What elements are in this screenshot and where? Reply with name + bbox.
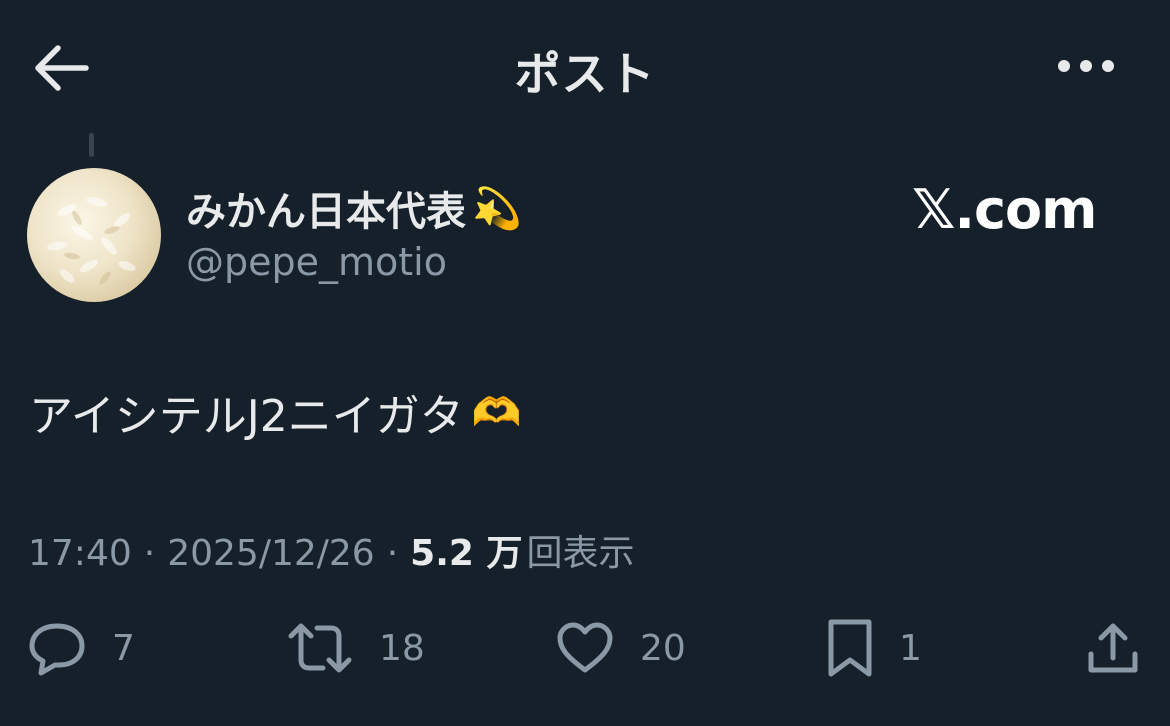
reply-count: 7 bbox=[112, 627, 135, 669]
bookmark-button[interactable]: 1 bbox=[827, 616, 922, 680]
reply-button[interactable]: 7 bbox=[28, 616, 135, 680]
meta-separator: · bbox=[386, 533, 399, 574]
like-button[interactable]: 20 bbox=[556, 616, 686, 680]
post-meta: 17:40 · 2025/12/26 · 5.2 万 回表示 bbox=[28, 524, 634, 576]
post-text-body: アイシテルJ2ニイガタ bbox=[29, 391, 464, 442]
post-date[interactable]: 2025/12/26 bbox=[167, 533, 375, 574]
heart-hands-emoji-icon: 🫶 bbox=[471, 389, 522, 436]
repost-icon bbox=[287, 620, 353, 676]
post-detail-screen: ポスト みかん日本代表 💫 @pepe_motio 𝕏.com アイシテルJ2ニ… bbox=[0, 0, 1170, 726]
x-com-watermark: 𝕏.com bbox=[912, 178, 1097, 241]
avatar-rice-image bbox=[47, 197, 136, 285]
meta-separator: · bbox=[143, 533, 156, 574]
top-bar: ポスト bbox=[0, 0, 1170, 130]
more-options-button[interactable] bbox=[1050, 50, 1122, 82]
bookmark-count: 1 bbox=[899, 627, 922, 669]
post-time[interactable]: 17:40 bbox=[28, 533, 132, 574]
repost-button[interactable]: 18 bbox=[287, 616, 425, 680]
thread-connector-line bbox=[89, 133, 94, 157]
view-count[interactable]: 5.2 万 bbox=[410, 524, 522, 576]
page-title: ポスト bbox=[514, 47, 656, 101]
share-button[interactable] bbox=[1085, 616, 1141, 680]
repost-count: 18 bbox=[379, 627, 425, 669]
heart-icon bbox=[556, 621, 614, 675]
author-name-row[interactable]: みかん日本代表 💫 bbox=[186, 178, 522, 238]
author-handle[interactable]: @pepe_motio bbox=[186, 240, 447, 284]
avatar[interactable] bbox=[27, 168, 161, 302]
view-count-label: 回表示 bbox=[526, 533, 635, 574]
like-count: 20 bbox=[640, 627, 686, 669]
more-horizontal-icon bbox=[1050, 50, 1122, 82]
author-display-name: みかん日本代表 bbox=[186, 189, 466, 235]
dizzy-emoji-icon: 💫 bbox=[472, 185, 522, 232]
share-icon bbox=[1085, 620, 1141, 676]
reply-icon bbox=[28, 620, 86, 676]
bookmark-icon bbox=[827, 618, 873, 678]
post-text: アイシテルJ2ニイガタ 🫶 bbox=[29, 380, 522, 444]
